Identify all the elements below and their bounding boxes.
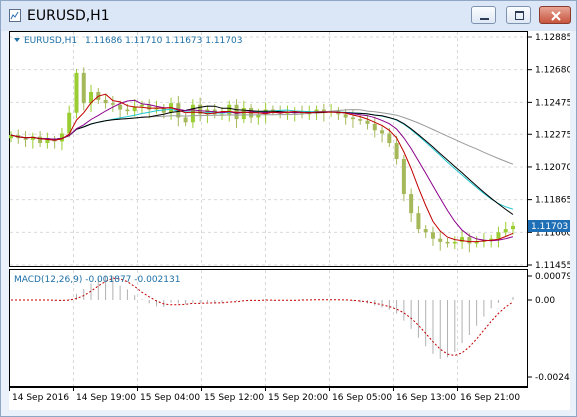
- candle-body: [430, 232, 435, 239]
- price-axis[interactable]: 1.12885 1.12680 1.12475 1.12275 1.12070 1.118…: [528, 33, 570, 271]
- candle-body: [125, 109, 130, 112]
- price-tick-label: 1.11455: [535, 261, 570, 271]
- chart-area[interactable]: EURUSD,H1 1.11686 1.11710 1.11673 1.1170…: [9, 31, 570, 410]
- candle-body: [438, 238, 443, 242]
- ma-gray-line: [10, 109, 514, 165]
- time-tick-label: 14 Sep 19:00: [76, 393, 136, 403]
- price-chart[interactable]: EURUSD,H1 1.11686 1.11710 1.11673 1.1170…: [9, 31, 570, 410]
- candle-body: [394, 143, 399, 159]
- candle-body: [496, 232, 501, 239]
- candle-body: [409, 194, 414, 214]
- time-tick-label: 16 Sep 13:00: [396, 393, 456, 403]
- candle-body: [380, 130, 385, 134]
- candle-body: [139, 104, 144, 107]
- grid: [10, 32, 527, 386]
- candle-body: [365, 120, 370, 124]
- candle-body: [147, 104, 152, 110]
- candle-body: [387, 133, 392, 144]
- price-tick-label: 1.12475: [535, 98, 570, 108]
- candle-body: [511, 225, 515, 230]
- candle-body: [416, 213, 421, 230]
- ma-red-line: [10, 93, 514, 243]
- candle-body: [423, 229, 428, 233]
- macd-panel-border: [9, 269, 528, 387]
- macd-label: MACD(12,26,9) -0.001877 -0.002131: [14, 275, 180, 285]
- candles: [9, 67, 515, 253]
- price-tick-label: 1.12275: [535, 130, 570, 140]
- ma-purple-line: [10, 99, 514, 242]
- candle-body: [452, 241, 457, 244]
- price-tick-label: 1.12885: [535, 33, 570, 43]
- time-axis[interactable]: 14 Sep 2016 14 Sep 19:00 15 Sep 04:00 15 Se…: [9, 387, 521, 403]
- macd-tick-label: 0.00: [535, 296, 555, 306]
- candle-body: [183, 117, 188, 123]
- time-tick-label: 16 Sep 05:00: [332, 393, 392, 403]
- price-panel-border: [9, 31, 528, 267]
- price-tick-label: 1.11865: [535, 196, 570, 206]
- macd-tick-label: -0.002439: [535, 373, 570, 383]
- minimize-button[interactable]: [471, 6, 496, 24]
- time-tick-label: 15 Sep 04:00: [140, 393, 200, 403]
- candle-body: [350, 117, 355, 120]
- candle-body: [81, 72, 86, 104]
- info-symbol: EURUSD,H1: [24, 36, 77, 46]
- time-tick-label: 14 Sep 2016: [12, 393, 69, 403]
- chart-window-icon: [9, 9, 21, 22]
- candle-body: [445, 241, 450, 244]
- time-tick-label: 16 Sep 21:00: [460, 393, 520, 403]
- minimize-icon: [480, 18, 489, 20]
- candle-body: [23, 138, 28, 140]
- info-ohlc: 1.11686 1.11710 1.11673 1.11703: [85, 36, 242, 46]
- close-button[interactable]: [539, 6, 571, 24]
- candle-body: [372, 123, 377, 131]
- maximize-icon: [515, 11, 524, 20]
- candle-body: [190, 104, 195, 123]
- candle-body: [110, 103, 115, 105]
- macd-tick-label: 0.000797: [535, 272, 570, 282]
- maximize-button[interactable]: [506, 6, 531, 24]
- title-bar[interactable]: EURUSD,H1: [1, 1, 576, 31]
- time-tick-label: 15 Sep 12:00: [204, 393, 264, 403]
- time-tick-label: 15 Sep 20:00: [268, 393, 328, 403]
- chart-window: EURUSD,H1 EURUSD,H1 1.11686 1.11710 1.11…: [0, 0, 577, 417]
- candle-body: [358, 119, 363, 121]
- window-title: EURUSD,H1: [27, 8, 110, 24]
- candle-body: [474, 241, 479, 244]
- candle-body: [401, 158, 406, 195]
- candle-body: [118, 104, 123, 110]
- candle-body: [503, 229, 508, 233]
- macd-axis: 0.000797 0.00 -0.002439: [528, 272, 570, 383]
- candle-body: [285, 112, 290, 114]
- price-tick-label: 1.12680: [535, 66, 570, 76]
- candle-body: [74, 72, 79, 113]
- current-price-label: 1.11703: [531, 222, 568, 232]
- candle-body: [38, 136, 43, 144]
- candle-body: [45, 139, 50, 144]
- collapse-arrow-icon[interactable]: [14, 38, 20, 42]
- candle-body: [343, 114, 348, 118]
- candle-body: [467, 237, 472, 244]
- close-icon: [551, 11, 561, 21]
- candle-body: [103, 99, 108, 104]
- macd-histogram: [54, 276, 514, 359]
- macd-signal-line: [11, 277, 514, 357]
- price-tick-label: 1.12070: [535, 163, 570, 173]
